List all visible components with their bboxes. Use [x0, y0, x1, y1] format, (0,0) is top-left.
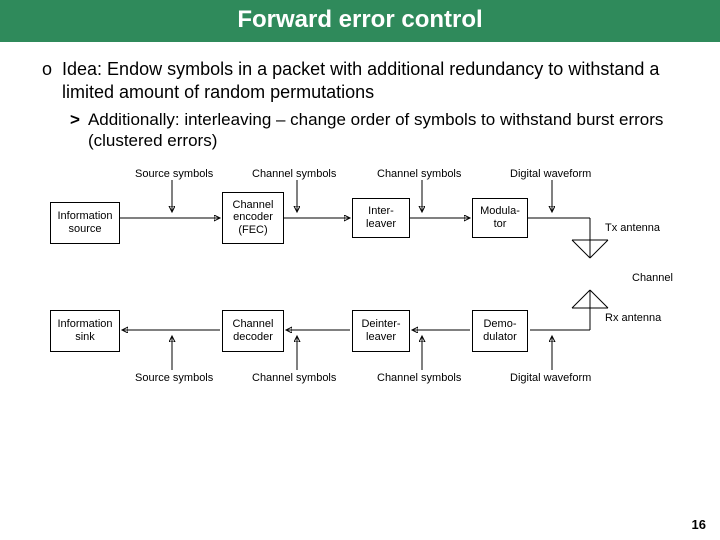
- label-source-symbols-bot: Source symbols: [135, 372, 213, 384]
- box-modulator: Modula- tor: [472, 198, 528, 238]
- box-channel-encoder: Channel encoder (FEC): [222, 192, 284, 244]
- slide-title-bar: Forward error control: [0, 0, 720, 42]
- bullet-text: Idea: Endow symbols in a packet with add…: [62, 58, 684, 103]
- label-channel: Channel: [632, 272, 673, 284]
- subbullet-marker: >: [70, 109, 80, 152]
- box-interleaver: Inter- leaver: [352, 198, 410, 238]
- label-source-symbols-top: Source symbols: [135, 168, 213, 180]
- slide-content: o Idea: Endow symbols in a packet with a…: [0, 42, 720, 392]
- label-channel-symbols-bot-2: Channel symbols: [377, 372, 461, 384]
- slide-title: Forward error control: [237, 6, 482, 33]
- box-deinterleaver: Deinter- leaver: [352, 310, 410, 352]
- box-channel-decoder: Channel decoder: [222, 310, 284, 352]
- bullet-idea: o Idea: Endow symbols in a packet with a…: [42, 58, 684, 103]
- subbullet-text: Additionally: interleaving – change orde…: [88, 109, 684, 152]
- label-channel-symbols-top-2: Channel symbols: [377, 168, 461, 180]
- label-channel-symbols-top-1: Channel symbols: [252, 168, 336, 180]
- box-demodulator: Demo- dulator: [472, 310, 528, 352]
- bullet-marker: o: [42, 58, 52, 103]
- label-rx-antenna: Rx antenna: [605, 312, 661, 324]
- diagram-wires: [42, 162, 692, 392]
- label-digital-waveform-top: Digital waveform: [510, 168, 591, 180]
- subbullet-interleaving: > Additionally: interleaving – change or…: [70, 109, 684, 152]
- page-number: 16: [692, 517, 706, 532]
- block-diagram: Source symbols Channel symbols Channel s…: [42, 162, 684, 392]
- label-channel-symbols-bot-1: Channel symbols: [252, 372, 336, 384]
- label-tx-antenna: Tx antenna: [605, 222, 660, 234]
- label-digital-waveform-bot: Digital waveform: [510, 372, 591, 384]
- box-information-sink: Information sink: [50, 310, 120, 352]
- box-information-source: Information source: [50, 202, 120, 244]
